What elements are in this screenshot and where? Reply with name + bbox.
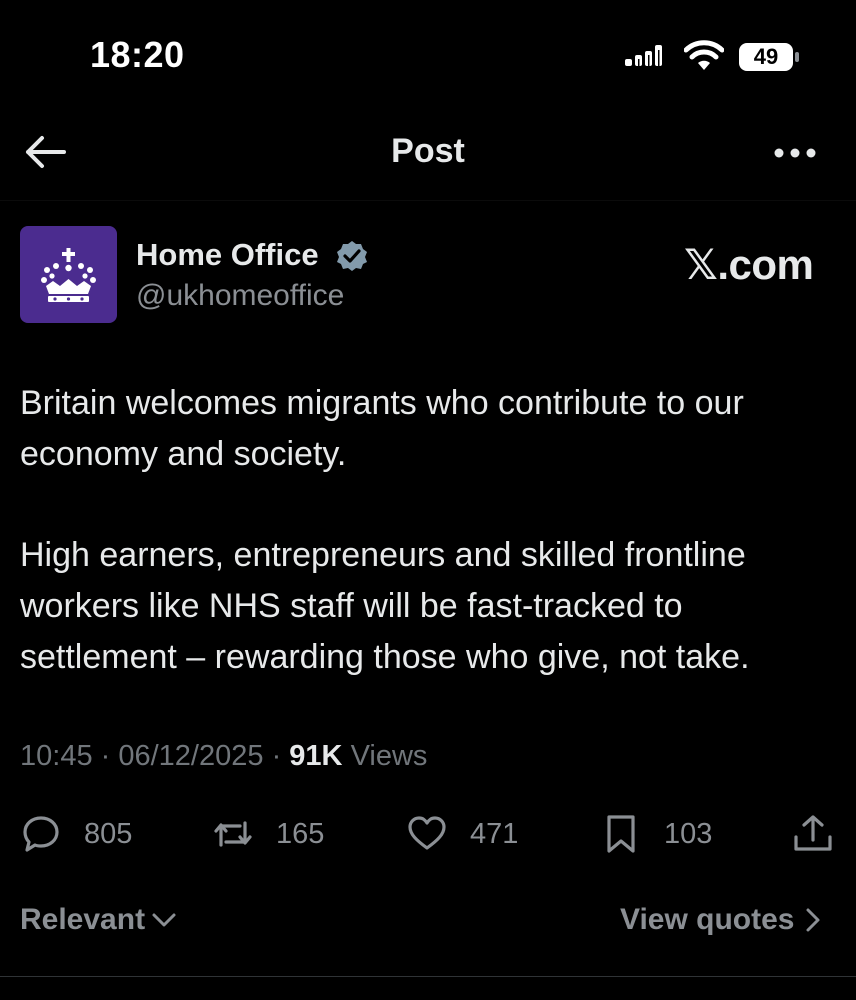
meta-separator: · — [92, 740, 119, 772]
bookmark-button[interactable]: 103 — [600, 810, 712, 858]
post-date[interactable]: 06/12/2025 — [118, 740, 263, 772]
post-paragraph: High earners, entrepreneurs and skilled … — [20, 536, 750, 676]
page-title: Post — [391, 132, 465, 170]
x-com-watermark: 𝕏.com — [684, 241, 814, 288]
reply-count: 805 — [84, 817, 133, 850]
more-options-icon[interactable] — [770, 136, 820, 170]
chevron-right-icon — [806, 908, 819, 932]
share-button[interactable] — [792, 810, 834, 858]
like-count: 471 — [470, 817, 519, 850]
reply-icon — [23, 816, 59, 852]
bottom-divider — [0, 976, 856, 977]
view-quotes-link[interactable]: View quotes — [620, 903, 823, 937]
like-button[interactable]: 471 — [406, 810, 518, 858]
share-icon — [794, 815, 832, 851]
repost-count: 165 — [276, 817, 325, 850]
sort-replies-dropdown[interactable]: Relevant — [20, 903, 177, 937]
views-count: 91K — [289, 740, 343, 772]
status-time: 18:20 — [90, 34, 185, 75]
verified-badge-icon — [337, 241, 367, 271]
crown-logo-icon — [41, 248, 96, 302]
bookmark-icon — [607, 815, 635, 853]
repost-button[interactable]: 165 — [212, 810, 324, 858]
author-name[interactable]: Home Office — [136, 237, 319, 273]
views-label: Views — [350, 740, 428, 772]
sort-label: Relevant — [20, 903, 146, 936]
wifi-icon — [684, 40, 724, 70]
post-paragraph: Britain welcomes migrants who contribute… — [20, 384, 744, 473]
repost-icon — [214, 821, 252, 847]
reply-button[interactable]: 805 — [20, 810, 132, 858]
chevron-down-icon — [152, 913, 176, 927]
avatar[interactable] — [20, 226, 117, 323]
header-divider — [0, 200, 856, 201]
view-quotes-label: View quotes — [620, 903, 795, 936]
battery-level: 49 — [753, 44, 779, 69]
post-meta: 10:45 · 06/12/2025 · 91K Views — [20, 740, 427, 773]
post-time[interactable]: 10:45 — [20, 740, 93, 772]
author-handle[interactable]: @ukhomeoffice — [136, 279, 344, 313]
heart-icon — [408, 816, 446, 850]
meta-separator: · — [263, 740, 290, 772]
cellular-signal-icon — [625, 45, 662, 66]
bookmark-count: 103 — [664, 817, 713, 850]
